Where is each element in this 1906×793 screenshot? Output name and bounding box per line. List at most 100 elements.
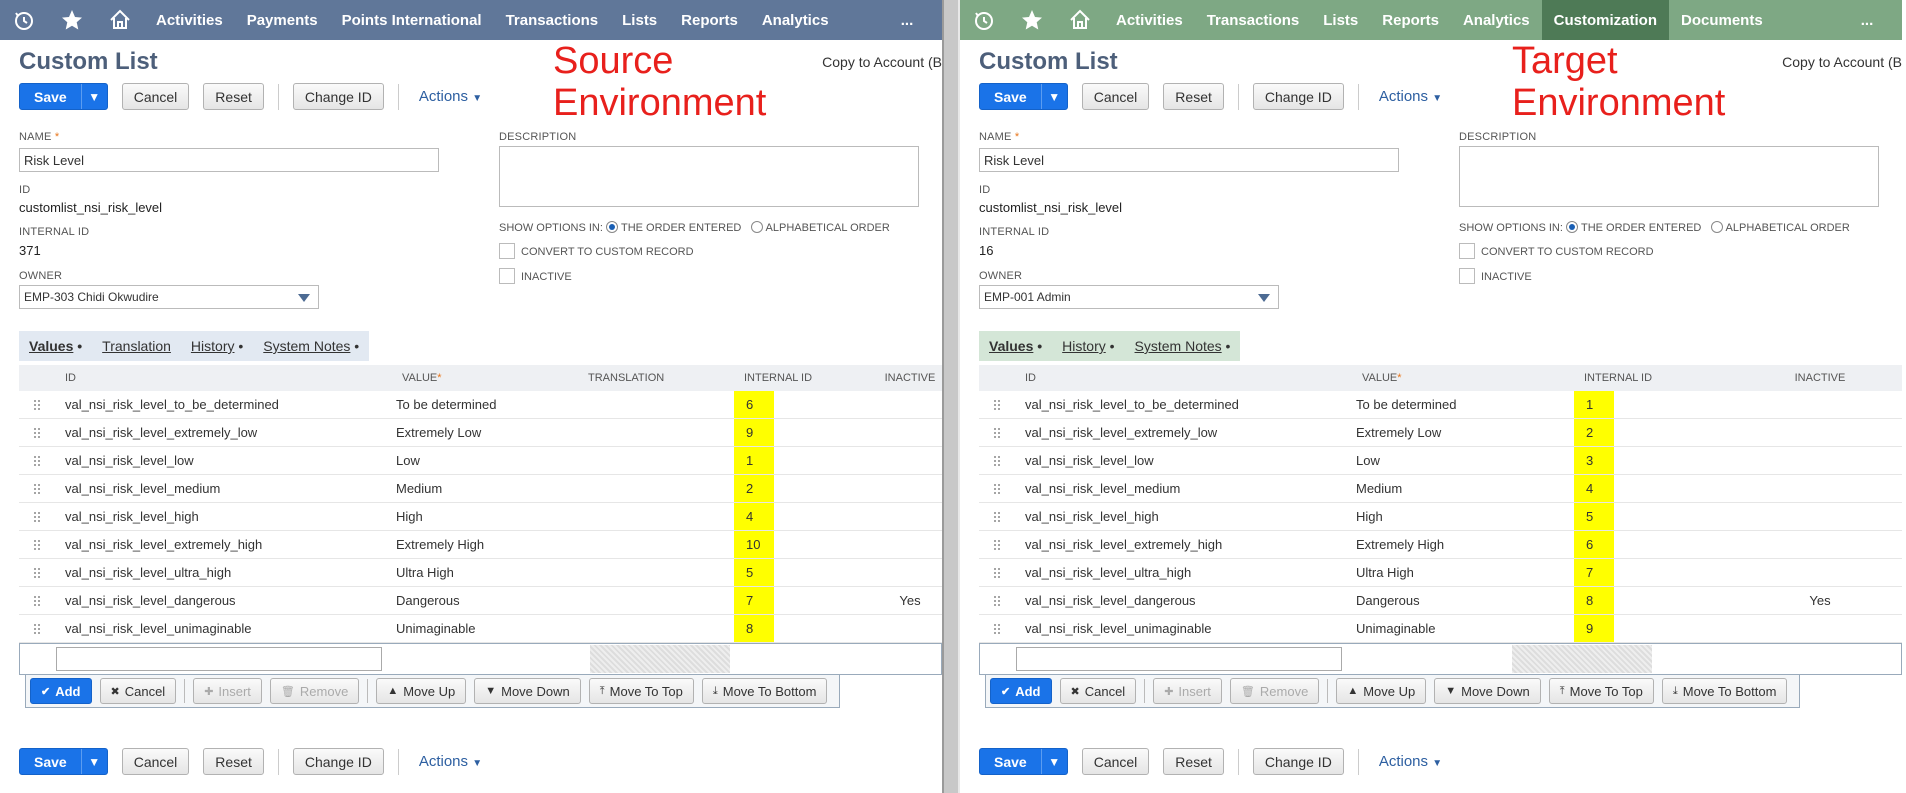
tab-values[interactable]: Values •	[19, 338, 92, 354]
drag-handle-icon[interactable]	[979, 559, 1015, 586]
drag-handle-icon[interactable]	[19, 587, 55, 614]
bottom-actions-menu[interactable]: Actions ▼	[419, 753, 482, 770]
change-id-button[interactable]: Change ID	[1252, 83, 1344, 110]
list-cancel-button[interactable]: ✖ Cancel	[1059, 678, 1137, 704]
name-input[interactable]: Risk Level	[979, 148, 1399, 172]
move-down-button[interactable]: ▼ Move Down	[474, 678, 581, 704]
column-header-internal-id[interactable]: INTERNAL ID	[1574, 365, 1738, 391]
drag-handle-icon[interactable]	[979, 391, 1015, 418]
inactive-checkbox[interactable]	[499, 268, 515, 284]
bottom-actions-menu[interactable]: Actions ▼	[1379, 753, 1442, 770]
star-icon[interactable]	[1008, 0, 1056, 40]
drag-handle-icon[interactable]	[19, 615, 55, 642]
change-id-button[interactable]: Change ID	[292, 83, 384, 110]
tab-values[interactable]: Values •	[979, 338, 1052, 354]
drag-handle-icon[interactable]	[19, 559, 55, 586]
tab-system-notes[interactable]: System Notes •	[1125, 338, 1241, 354]
nav-item-analytics[interactable]: Analytics	[750, 0, 841, 40]
home-icon[interactable]	[1056, 0, 1104, 40]
drag-handle-icon[interactable]	[979, 447, 1015, 474]
bottom-change-id-button[interactable]: Change ID	[1252, 748, 1344, 775]
table-row[interactable]: val_nsi_risk_level_unimaginable Unimagina…	[19, 615, 942, 643]
move-down-button[interactable]: ▼ Move Down	[1434, 678, 1541, 704]
table-row[interactable]: val_nsi_risk_level_medium Medium 2	[19, 475, 942, 503]
inactive-checkbox[interactable]	[1459, 268, 1475, 284]
nav-item-points-international[interactable]: Points International	[330, 0, 494, 40]
actions-menu[interactable]: Actions ▼	[419, 88, 482, 105]
nav-item-activities[interactable]: Activities	[1104, 0, 1195, 40]
table-row[interactable]: val_nsi_risk_level_extremely_high Extreme…	[19, 531, 942, 559]
actions-menu[interactable]: Actions ▼	[1379, 88, 1442, 105]
tab-history[interactable]: History •	[1052, 338, 1124, 354]
nav-item-analytics[interactable]: Analytics	[1451, 0, 1542, 40]
owner-select[interactable]: EMP-001 Admin	[979, 285, 1279, 309]
nav-item-transactions[interactable]: Transactions	[1195, 0, 1312, 40]
column-header-internal-id[interactable]: INTERNAL ID	[734, 365, 878, 391]
table-row[interactable]: val_nsi_risk_level_unimaginable Unimagina…	[979, 615, 1902, 643]
nav-item-activities[interactable]: Activities	[144, 0, 235, 40]
drag-handle-icon[interactable]	[979, 419, 1015, 446]
drag-handle-icon[interactable]	[19, 447, 55, 474]
home-icon[interactable]	[96, 0, 144, 40]
new-value-id-input[interactable]	[56, 647, 382, 671]
table-row[interactable]: val_nsi_risk_level_ultra_high Ultra High 5	[19, 559, 942, 587]
save-button[interactable]: Save ▼	[979, 83, 1068, 110]
copy-to-account-link[interactable]: Copy to Account (B	[1782, 54, 1902, 70]
reset-button[interactable]: Reset	[203, 83, 264, 110]
nav-item-reports[interactable]: Reports	[669, 0, 750, 40]
add-button[interactable]: ✔ Add	[990, 678, 1052, 704]
tab-history[interactable]: History •	[181, 338, 253, 354]
nav-item-reports[interactable]: Reports	[1370, 0, 1451, 40]
reset-button[interactable]: Reset	[1163, 83, 1224, 110]
table-row[interactable]: val_nsi_risk_level_high High 4	[19, 503, 942, 531]
save-dropdown-icon[interactable]: ▼	[80, 84, 107, 109]
bottom-save-button[interactable]: Save ▼	[19, 748, 108, 775]
drag-handle-icon[interactable]	[979, 475, 1015, 502]
table-row[interactable]: val_nsi_risk_level_dangerous Dangerous 7 Ye…	[19, 587, 942, 615]
nav-item-customization[interactable]: Customization	[1541, 0, 1669, 40]
alphabetical-radio[interactable]	[750, 221, 763, 233]
move-to-top-button[interactable]: ⤒ Move To Top	[588, 678, 694, 704]
new-value-id-input[interactable]	[1016, 647, 1342, 671]
table-row[interactable]: val_nsi_risk_level_to_be_determined To be…	[979, 391, 1902, 419]
convert-checkbox[interactable]	[499, 243, 515, 259]
drag-handle-icon[interactable]	[19, 531, 55, 558]
save-button[interactable]: Save ▼	[19, 83, 108, 110]
nav-item-lists[interactable]: Lists	[1311, 0, 1370, 40]
nav-item-transactions[interactable]: Transactions	[494, 0, 611, 40]
recent-records-icon[interactable]	[0, 0, 48, 40]
description-textarea[interactable]	[499, 146, 919, 207]
column-header-value[interactable]: VALUE *	[392, 365, 578, 391]
drag-handle-icon[interactable]	[19, 419, 55, 446]
table-row[interactable]: val_nsi_risk_level_medium Medium 4	[979, 475, 1902, 503]
convert-checkbox[interactable]	[1459, 243, 1475, 259]
move-to-bottom-button[interactable]: ⤓ Move To Bottom	[1661, 678, 1788, 704]
save-dropdown-icon[interactable]: ▼	[80, 749, 107, 774]
bottom-change-id-button[interactable]: Change ID	[292, 748, 384, 775]
move-to-top-button[interactable]: ⤒ Move To Top	[1548, 678, 1654, 704]
drag-handle-icon[interactable]	[979, 503, 1015, 530]
move-up-button[interactable]: ▲ Move Up	[376, 678, 467, 704]
remove-button[interactable]: 🗑 Remove	[1229, 678, 1320, 704]
remove-button[interactable]: 🗑 Remove	[269, 678, 360, 704]
table-row[interactable]: val_nsi_risk_level_extremely_high Extreme…	[979, 531, 1902, 559]
bottom-cancel-button[interactable]: Cancel	[121, 748, 190, 775]
tab-system-notes[interactable]: System Notes •	[253, 338, 369, 354]
description-textarea[interactable]	[1459, 146, 1879, 207]
alphabetical-radio[interactable]	[1710, 221, 1723, 233]
copy-to-account-link[interactable]: Copy to Account (B	[822, 54, 942, 70]
column-header-inactive[interactable]: INACTIVE	[1738, 365, 1902, 391]
bottom-save-button[interactable]: Save ▼	[979, 748, 1068, 775]
cancel-button[interactable]: Cancel	[121, 83, 190, 110]
owner-select[interactable]: EMP-303 Chidi Okwudire	[19, 285, 319, 309]
save-dropdown-icon[interactable]: ▼	[1040, 749, 1067, 774]
table-row[interactable]: val_nsi_risk_level_dangerous Dangerous 8 Ye…	[979, 587, 1902, 615]
move-to-bottom-button[interactable]: ⤓ Move To Bottom	[701, 678, 828, 704]
bottom-reset-button[interactable]: Reset	[1163, 748, 1224, 775]
table-row[interactable]: val_nsi_risk_level_low Low 1	[19, 447, 942, 475]
bottom-cancel-button[interactable]: Cancel	[1081, 748, 1150, 775]
insert-button[interactable]: ✚ Insert	[193, 678, 262, 704]
drag-handle-icon[interactable]	[979, 531, 1015, 558]
save-dropdown-icon[interactable]: ▼	[1040, 84, 1067, 109]
tab-translation[interactable]: Translation	[92, 338, 181, 354]
